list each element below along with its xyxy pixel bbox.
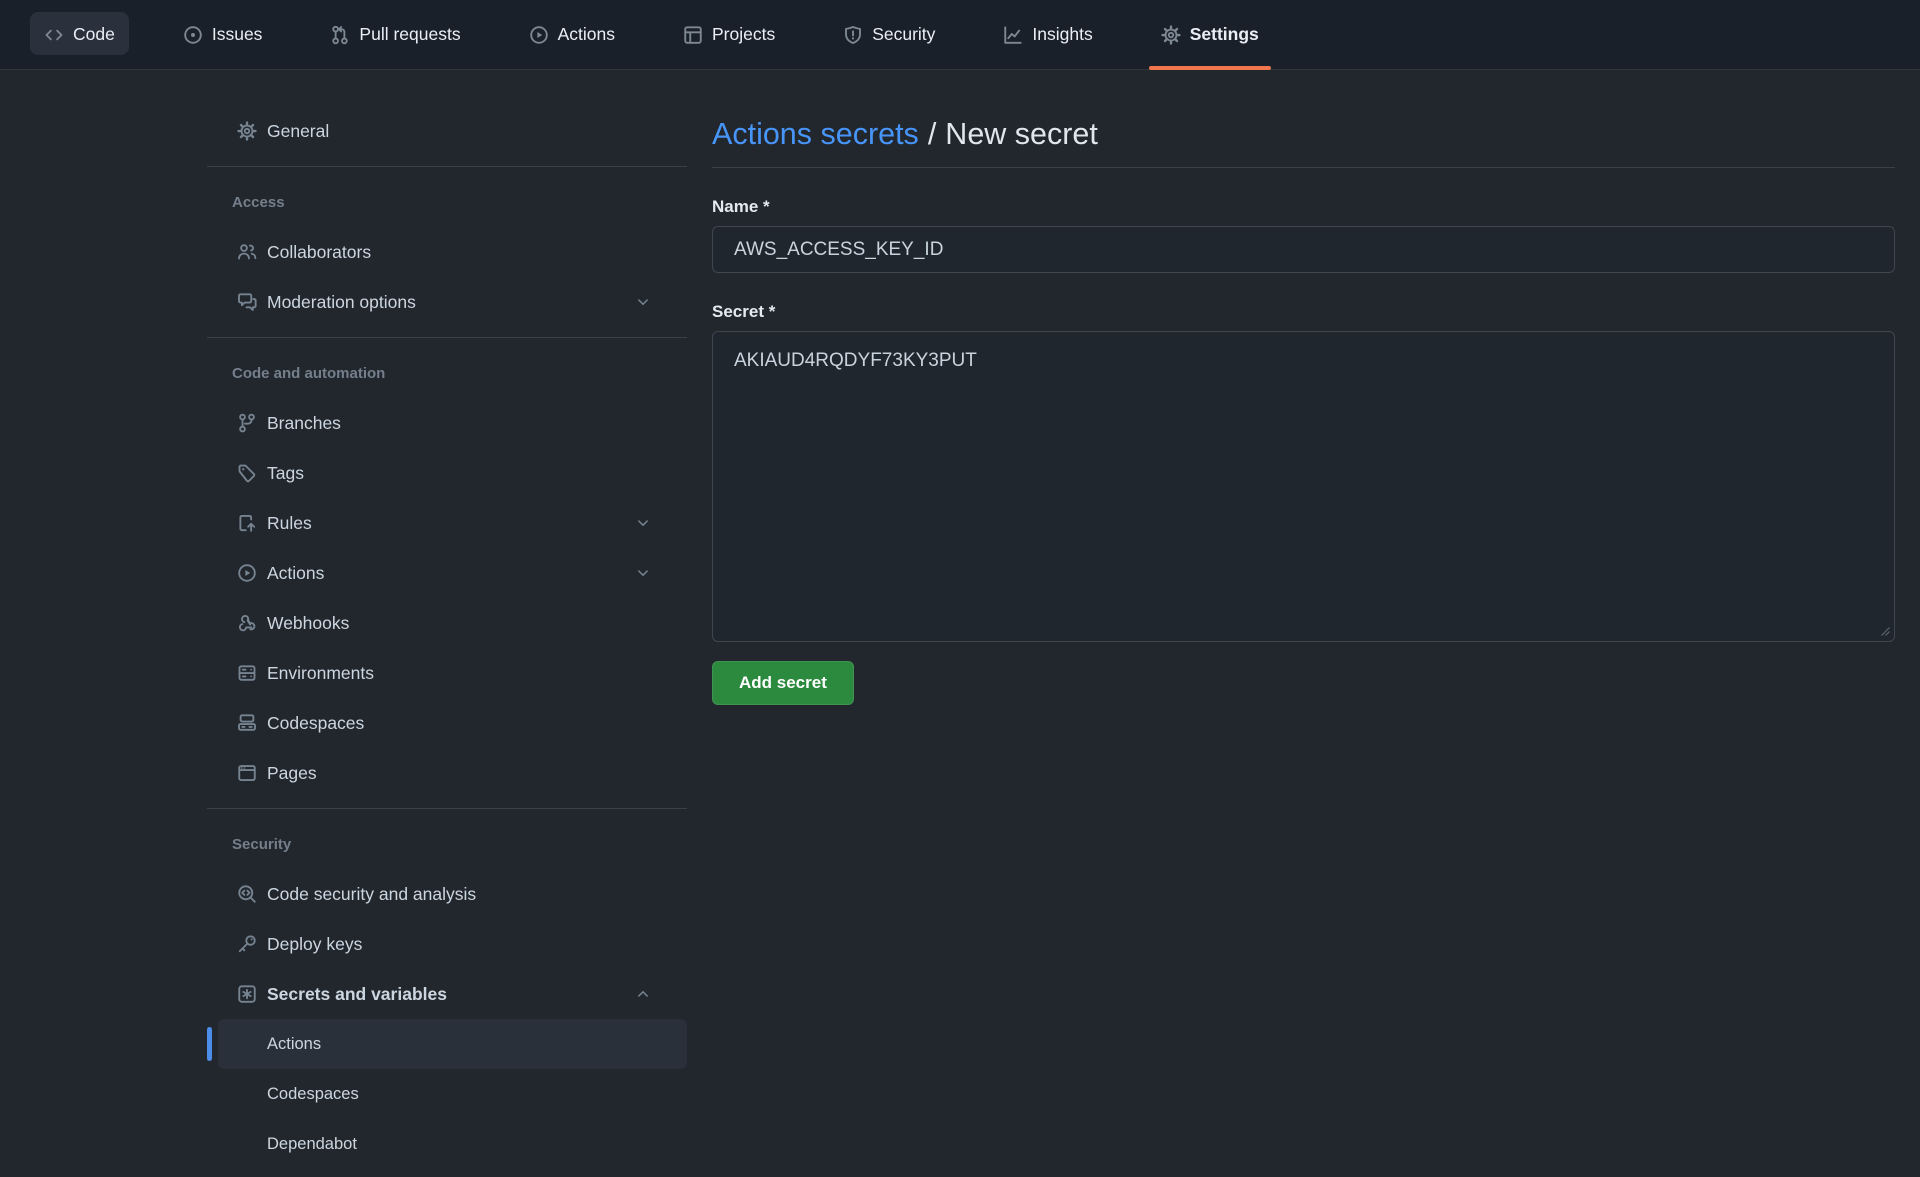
breadcrumb-separator: /	[928, 117, 936, 151]
new-secret-panel: Actions secrets / New secret Name * Secret…	[712, 70, 1895, 705]
settings-sidebar: General Access Collaborators Moderation …	[207, 70, 687, 1169]
sidebar-item-code-security[interactable]: Code security and analysis	[207, 869, 687, 919]
sidebar-item-label: Moderation options	[267, 292, 416, 313]
breadcrumb-link-actions-secrets[interactable]: Actions secrets	[712, 117, 919, 151]
graph-icon	[1003, 25, 1023, 45]
sidebar-item-secrets-and-variables[interactable]: Secrets and variables	[207, 969, 687, 1019]
sidebar-subitem-label: Codespaces	[267, 1085, 359, 1104]
sidebar-item-deploy-keys[interactable]: Deploy keys	[207, 919, 687, 969]
sidebar-item-label: Rules	[267, 513, 312, 534]
comment-discussion-icon	[237, 292, 257, 312]
nav-tab-label: Settings	[1190, 24, 1259, 45]
nav-tab-label: Projects	[712, 24, 775, 45]
gear-icon	[237, 121, 257, 141]
secret-value-wrap: AKIAUD4RQDYF73KY3PUT	[712, 331, 1895, 642]
secret-name-input[interactable]	[712, 226, 1895, 273]
name-field-label: Name *	[712, 197, 1895, 217]
codespaces-icon	[237, 713, 257, 733]
sidebar-item-label: Branches	[267, 413, 341, 434]
sidebar-subitem-codespaces[interactable]: Codespaces	[218, 1069, 687, 1119]
sidebar-item-collaborators[interactable]: Collaborators	[207, 227, 687, 277]
sidebar-subitem-dependabot[interactable]: Dependabot	[218, 1119, 687, 1169]
sidebar-item-codespaces[interactable]: Codespaces	[207, 698, 687, 748]
sidebar-item-actions[interactable]: Actions	[207, 548, 687, 598]
tag-icon	[237, 463, 257, 483]
nav-tab-actions[interactable]: Actions	[515, 0, 629, 69]
sidebar-subitem-actions[interactable]: Actions	[218, 1019, 687, 1069]
sidebar-divider	[207, 337, 687, 338]
add-secret-button[interactable]: Add secret	[712, 661, 854, 705]
code-icon	[44, 25, 64, 45]
issue-opened-icon	[183, 25, 203, 45]
sidebar-item-moderation-options[interactable]: Moderation options	[207, 277, 687, 327]
sidebar-item-tags[interactable]: Tags	[207, 448, 687, 498]
git-branch-icon	[237, 413, 257, 433]
sidebar-item-label: Actions	[267, 563, 324, 584]
chevron-down-icon[interactable]	[635, 565, 655, 581]
sidebar-item-label: Code security and analysis	[267, 884, 476, 905]
webhook-icon	[237, 613, 257, 633]
table-icon	[683, 25, 703, 45]
nav-tab-label: Code	[73, 24, 115, 45]
nav-tab-security[interactable]: Security	[829, 0, 949, 69]
breadcrumb-current: New secret	[945, 117, 1098, 151]
page-title: Actions secrets / New secret	[712, 117, 1895, 152]
sidebar-item-label: Codespaces	[267, 713, 364, 734]
key-icon	[237, 934, 257, 954]
chevron-up-icon[interactable]	[635, 986, 655, 1002]
secret-field-label: Secret *	[712, 302, 1895, 322]
resize-handle-icon[interactable]	[1878, 624, 1891, 637]
sidebar-item-label: Environments	[267, 663, 374, 684]
heading-divider	[712, 167, 1895, 168]
nav-tab-projects[interactable]: Projects	[669, 0, 789, 69]
secret-value-textarea[interactable]: AKIAUD4RQDYF73KY3PUT	[712, 331, 1895, 642]
nav-tab-pull-requests[interactable]: Pull requests	[316, 0, 474, 69]
sidebar-divider	[207, 808, 687, 809]
nav-tab-issues[interactable]: Issues	[169, 0, 277, 69]
sidebar-divider	[207, 166, 687, 167]
gear-icon	[1161, 25, 1181, 45]
sidebar-item-label: Secrets and variables	[267, 984, 447, 1005]
nav-tab-label: Pull requests	[359, 24, 460, 45]
nav-tab-insights[interactable]: Insights	[989, 0, 1106, 69]
sidebar-item-general[interactable]: General	[207, 106, 687, 156]
people-icon	[237, 242, 257, 262]
sidebar-section-header-access: Access	[207, 177, 687, 227]
play-icon	[529, 25, 549, 45]
repo-push-icon	[237, 513, 257, 533]
nav-tab-label: Actions	[558, 24, 615, 45]
sidebar-subitem-label: Dependabot	[267, 1135, 357, 1154]
sidebar-item-branches[interactable]: Branches	[207, 398, 687, 448]
nav-tab-label: Issues	[212, 24, 263, 45]
sidebar-item-label: Pages	[267, 763, 317, 784]
sidebar-item-label: General	[267, 121, 329, 142]
shield-icon	[843, 25, 863, 45]
repo-tab-bar: Code Issues Pull requests Actions Projec…	[0, 0, 1920, 70]
sidebar-section-header-code-automation: Code and automation	[207, 348, 687, 398]
asterisk-icon	[237, 984, 257, 1004]
browser-icon	[237, 763, 257, 783]
git-pull-request-icon	[330, 25, 350, 45]
sidebar-item-label: Webhooks	[267, 613, 349, 634]
nav-tab-settings[interactable]: Settings	[1147, 0, 1273, 69]
sidebar-section-header-security: Security	[207, 819, 687, 869]
chevron-down-icon[interactable]	[635, 515, 655, 531]
sidebar-item-environments[interactable]: Environments	[207, 648, 687, 698]
sidebar-item-label: Deploy keys	[267, 934, 362, 955]
server-icon	[237, 663, 257, 683]
nav-tab-label: Security	[872, 24, 935, 45]
sidebar-item-label: Tags	[267, 463, 304, 484]
codescan-icon	[237, 884, 257, 904]
sidebar-item-webhooks[interactable]: Webhooks	[207, 598, 687, 648]
sidebar-item-rules[interactable]: Rules	[207, 498, 687, 548]
nav-tab-label: Insights	[1032, 24, 1092, 45]
sidebar-item-pages[interactable]: Pages	[207, 748, 687, 798]
chevron-down-icon[interactable]	[635, 294, 655, 310]
sidebar-item-label: Collaborators	[267, 242, 371, 263]
sidebar-subitem-label: Actions	[267, 1035, 321, 1054]
play-icon	[237, 563, 257, 583]
nav-tab-code[interactable]: Code	[30, 0, 129, 69]
